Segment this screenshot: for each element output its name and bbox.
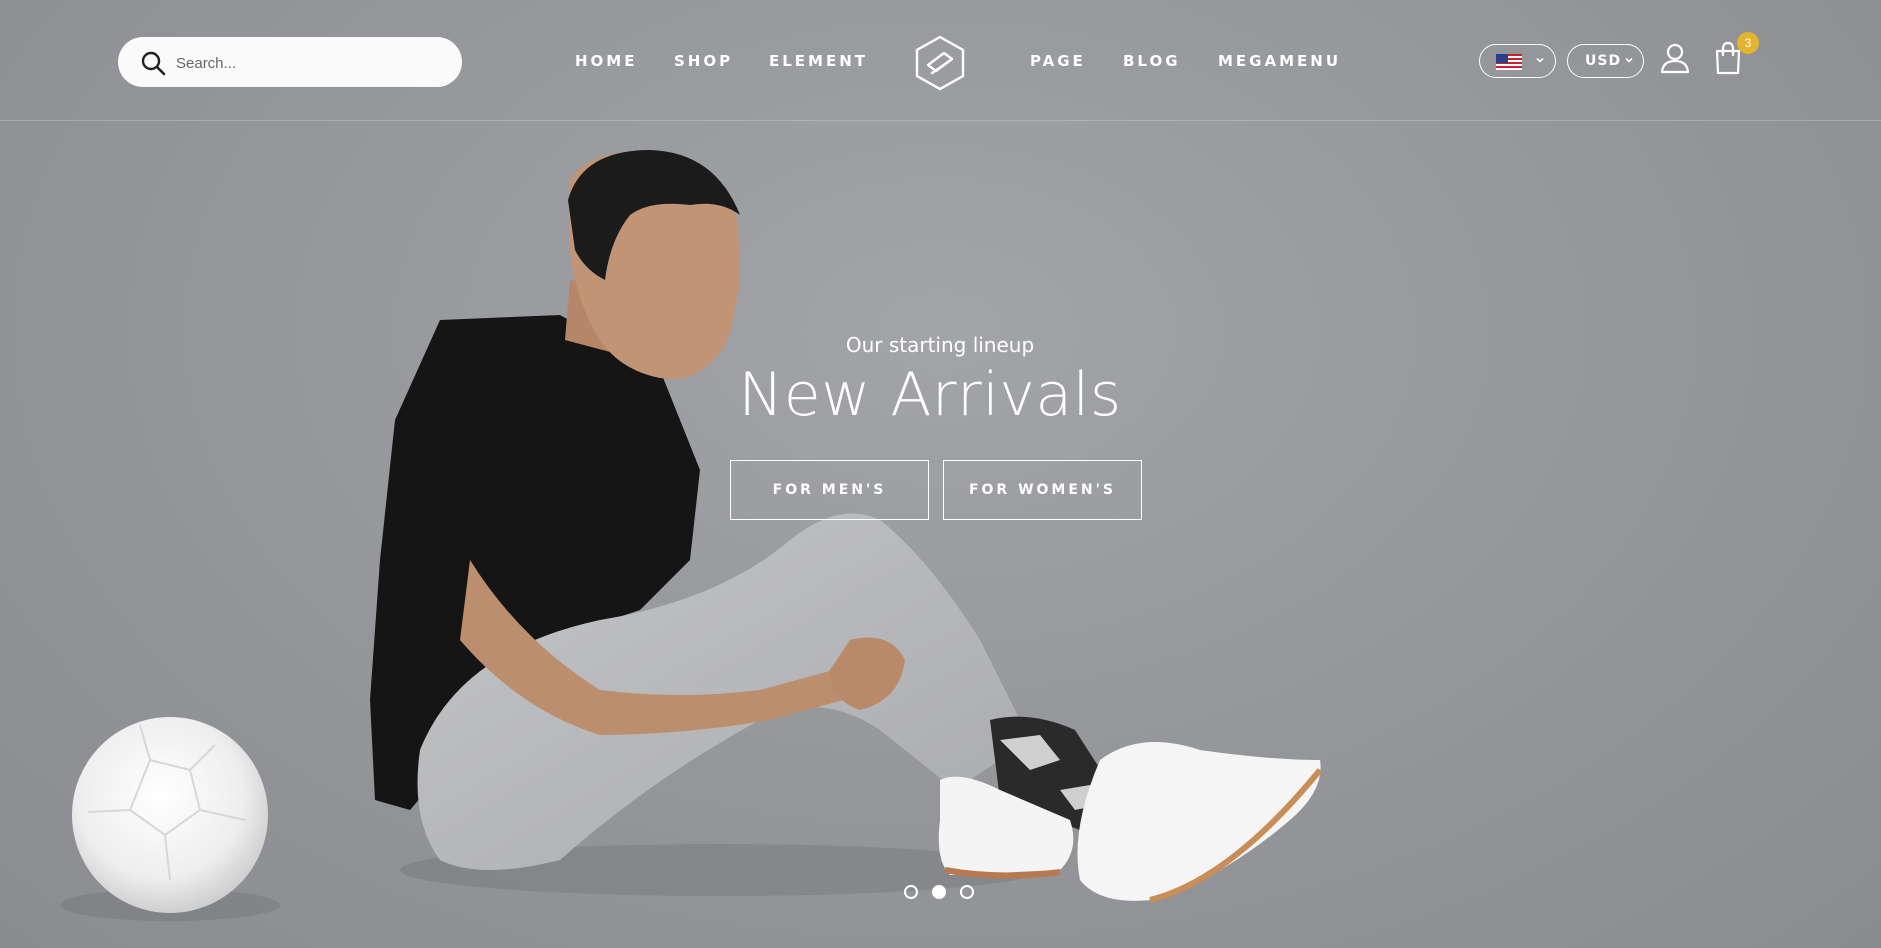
slider-dot-1[interactable] [904,885,918,899]
site-header: HOME SHOP ELEMENT PAGE BLOG MEGAMENU [0,0,1881,121]
chevron-down-icon [1625,57,1633,63]
hero-image [60,150,1323,921]
us-flag-icon [1496,54,1522,70]
cart-count-badge: 3 [1737,32,1759,54]
currency-label: USD [1585,53,1622,69]
nav-element[interactable]: ELEMENT [769,52,868,70]
chevron-down-icon [1536,57,1544,63]
language-selector[interactable] [1479,44,1556,78]
slider-dot-2[interactable] [932,885,946,899]
for-mens-button[interactable]: FOR MEN'S [730,460,929,520]
nav-home[interactable]: HOME [575,52,637,70]
page: HOME SHOP ELEMENT PAGE BLOG MEGAMENU [0,0,1881,948]
nav-shop[interactable]: SHOP [674,52,733,70]
slider-dot-3[interactable] [960,885,974,899]
nav-megamenu[interactable]: MEGAMENU [1218,52,1341,70]
soccer-ball [72,717,268,913]
hero-title: New Arrivals [738,360,1122,430]
hero-subtitle: Our starting lineup [845,333,1035,357]
for-womens-button[interactable]: FOR WOMEN'S [943,460,1142,520]
search-icon[interactable] [140,50,166,76]
search-bar[interactable] [118,37,462,89]
nav-blog[interactable]: BLOG [1123,52,1181,70]
search-input[interactable] [174,37,448,89]
user-icon[interactable] [1659,42,1691,74]
logo-icon[interactable] [914,35,966,91]
nav-page[interactable]: PAGE [1030,52,1086,70]
currency-selector[interactable]: USD [1567,44,1644,78]
